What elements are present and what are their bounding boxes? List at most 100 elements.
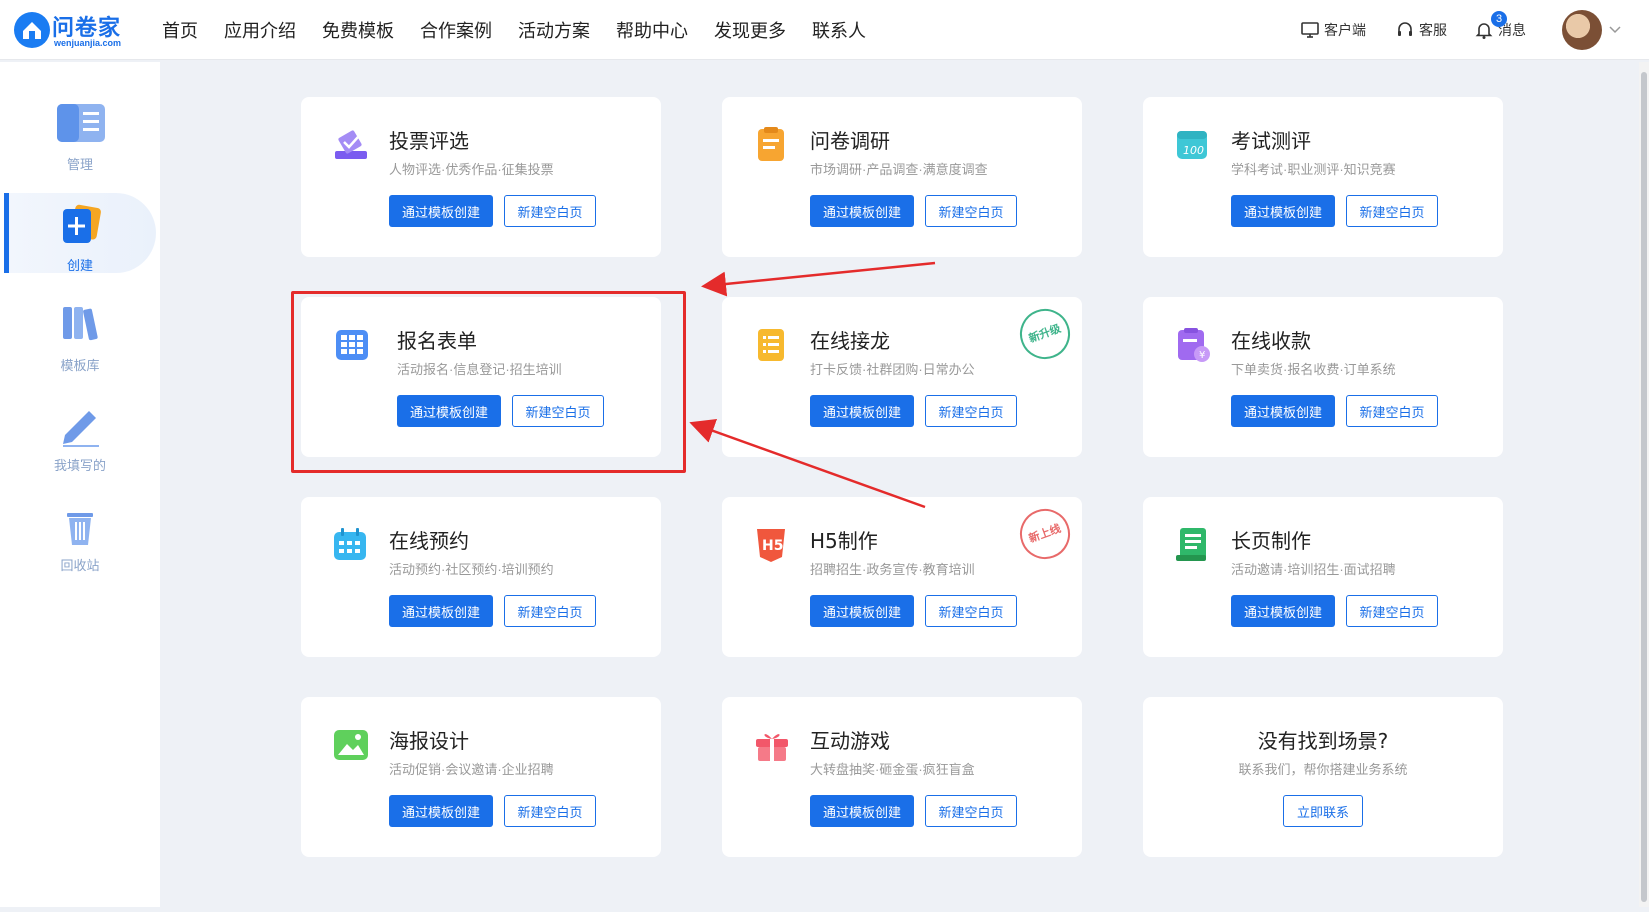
- main-nav: 首页 应用介绍 免费模板 合作案例 活动方案 帮助中心 发现更多 联系人: [162, 17, 892, 43]
- new-blank-page-button[interactable]: 新建空白页: [1346, 195, 1438, 227]
- contact-now-button[interactable]: 立即联系: [1283, 795, 1363, 827]
- card-desc: 活动邀请·培训招生·面试招聘: [1231, 562, 1396, 577]
- create-from-template-button[interactable]: 通过模板创建: [389, 595, 493, 627]
- poster-icon: [331, 725, 371, 765]
- calendar-icon: [331, 525, 371, 565]
- sidebar-item-template-library[interactable]: 模板库: [0, 303, 160, 383]
- create-from-template-button[interactable]: 通过模板创建: [389, 795, 493, 827]
- nav-free-templates[interactable]: 免费模板: [322, 17, 394, 43]
- card-signup-form: 报名表单 活动报名·信息登记·招生培训 通过模板创建 新建空白页: [301, 297, 661, 457]
- nav-home[interactable]: 首页: [162, 17, 198, 43]
- client-label: 客户端: [1324, 22, 1366, 38]
- card-title: 报名表单: [397, 329, 477, 353]
- create-from-template-button[interactable]: 通过模板创建: [810, 395, 914, 427]
- card-title: 在线接龙: [810, 329, 890, 353]
- h5-icon: H5: [752, 525, 792, 565]
- exam-icon: 100: [1173, 125, 1213, 165]
- brand-logo[interactable]: 问卷家 wenjuanjia.com: [14, 10, 132, 50]
- new-blank-page-button[interactable]: 新建空白页: [925, 795, 1017, 827]
- card-desc: 打卡反馈·社群团购·日常办公: [810, 362, 975, 377]
- chevron-down-icon[interactable]: [1608, 22, 1622, 36]
- create-from-template-button[interactable]: 通过模板创建: [1231, 195, 1335, 227]
- not-found-desc: 联系我们，帮你搭建业务系统: [1238, 762, 1408, 777]
- message-count-badge: 3: [1491, 11, 1507, 27]
- card-online-payment: ¥ 在线收款 下单卖货·报名收费·订单系统 通过模板创建 新建空白页: [1143, 297, 1503, 457]
- card-online-booking: 在线预约 活动预约·社区预约·培训预约 通过模板创建 新建空白页: [301, 497, 661, 657]
- service-link[interactable]: 客服: [1395, 18, 1447, 42]
- logo-house-icon: [14, 12, 50, 48]
- client-link[interactable]: 客户端: [1300, 18, 1366, 42]
- new-blank-page-button[interactable]: 新建空白页: [504, 195, 596, 227]
- form-grid-icon: [333, 325, 373, 365]
- upgrade-stamp: 新升级: [1012, 301, 1078, 367]
- sidebar-item-my-filled[interactable]: 我填写的: [0, 403, 160, 483]
- left-sidebar: [0, 62, 160, 907]
- card-title: 互动游戏: [810, 729, 890, 753]
- card-title: 长页制作: [1231, 529, 1311, 553]
- create-plus-icon: [55, 203, 105, 253]
- svg-text:H5: H5: [762, 538, 783, 554]
- scrollbar-thumb[interactable]: [1641, 72, 1647, 902]
- long-page-icon: [1173, 525, 1213, 565]
- create-from-template-button[interactable]: 通过模板创建: [1231, 595, 1335, 627]
- card-title: 在线预约: [389, 529, 469, 553]
- create-from-template-button[interactable]: 通过模板创建: [810, 795, 914, 827]
- card-desc: 招聘招生·政务宣传·教育培训: [810, 562, 975, 577]
- card-h5: H5 H5制作 招聘招生·政务宣传·教育培训 通过模板创建 新建空白页 新上线: [722, 497, 1082, 657]
- sidebar-label-create: 创建: [66, 258, 93, 273]
- nav-discover-more[interactable]: 发现更多: [714, 17, 786, 43]
- card-desc: 市场调研·产品调查·满意度调查: [810, 162, 988, 177]
- nav-activity-plans[interactable]: 活动方案: [518, 17, 590, 43]
- card-desc: 活动报名·信息登记·招生培训: [397, 362, 562, 377]
- gift-icon: [752, 725, 792, 765]
- nav-help-center[interactable]: 帮助中心: [616, 17, 688, 43]
- monitor-icon: [1300, 20, 1320, 40]
- card-chain-signup: 在线接龙 打卡反馈·社群团购·日常办公 通过模板创建 新建空白页 新升级: [722, 297, 1082, 457]
- card-long-page: 长页制作 活动邀请·培训招生·面试招聘 通过模板创建 新建空白页: [1143, 497, 1503, 657]
- card-desc: 人物评选·优秀作品·征集投票: [389, 162, 554, 177]
- card-desc: 活动预约·社区预约·培训预约: [389, 562, 554, 577]
- new-blank-page-button[interactable]: 新建空白页: [925, 595, 1017, 627]
- nav-app-intro[interactable]: 应用介绍: [224, 17, 296, 43]
- card-desc: 大转盘抽奖·砸金蛋·疯狂盲盒: [810, 762, 975, 777]
- sidebar-label-recycle-bin: 回收站: [60, 558, 100, 573]
- manage-icon: [55, 102, 105, 152]
- card-not-found: 没有找到场景? 联系我们，帮你搭建业务系统 立即联系: [1143, 697, 1503, 857]
- new-launch-stamp: 新上线: [1012, 501, 1078, 567]
- create-from-template-button[interactable]: 通过模板创建: [810, 195, 914, 227]
- new-blank-page-button[interactable]: 新建空白页: [925, 395, 1017, 427]
- sidebar-item-recycle-bin[interactable]: 回收站: [0, 503, 160, 583]
- svg-text:¥: ¥: [1199, 350, 1205, 361]
- card-title: 投票评选: [389, 129, 469, 153]
- card-title: H5制作: [810, 529, 878, 553]
- top-header: 问卷家 wenjuanjia.com 首页 应用介绍 免费模板 合作案例 活动方…: [0, 0, 1649, 60]
- create-from-template-button[interactable]: 通过模板创建: [810, 595, 914, 627]
- new-blank-page-button[interactable]: 新建空白页: [512, 395, 604, 427]
- new-blank-page-button[interactable]: 新建空白页: [925, 195, 1017, 227]
- create-from-template-button[interactable]: 通过模板创建: [389, 195, 493, 227]
- card-interactive-game: 互动游戏 大转盘抽奖·砸金蛋·疯狂盲盒 通过模板创建 新建空白页: [722, 697, 1082, 857]
- sidebar-label-manage: 管理: [66, 157, 93, 172]
- card-exam: 100 考试测评 学科考试·职业测评·知识竞赛 通过模板创建 新建空白页: [1143, 97, 1503, 257]
- sidebar-label-my-filled: 我填写的: [53, 458, 106, 473]
- survey-icon: [752, 125, 792, 165]
- sidebar-label-template-library: 模板库: [60, 358, 100, 373]
- new-blank-page-button[interactable]: 新建空白页: [1346, 395, 1438, 427]
- logo-domain: wenjuanjia.com: [54, 38, 122, 48]
- nav-cases[interactable]: 合作案例: [420, 17, 492, 43]
- sidebar-item-create[interactable]: 创建: [0, 203, 160, 283]
- card-title: 在线收款: [1231, 329, 1311, 353]
- card-desc: 活动促销·会议邀请·企业招聘: [389, 762, 554, 777]
- new-blank-page-button[interactable]: 新建空白页: [504, 595, 596, 627]
- sidebar-item-manage[interactable]: 管理: [0, 102, 160, 182]
- trash-icon: [55, 503, 105, 553]
- nav-contacts[interactable]: 联系人: [812, 17, 866, 43]
- new-blank-page-button[interactable]: 新建空白页: [504, 795, 596, 827]
- arrow-top: [701, 261, 936, 297]
- user-avatar[interactable]: [1562, 10, 1602, 50]
- create-from-template-button[interactable]: 通过模板创建: [397, 395, 501, 427]
- not-found-title: 没有找到场景?: [1257, 729, 1389, 753]
- headset-icon: [1395, 20, 1415, 40]
- new-blank-page-button[interactable]: 新建空白页: [1346, 595, 1438, 627]
- create-from-template-button[interactable]: 通过模板创建: [1231, 395, 1335, 427]
